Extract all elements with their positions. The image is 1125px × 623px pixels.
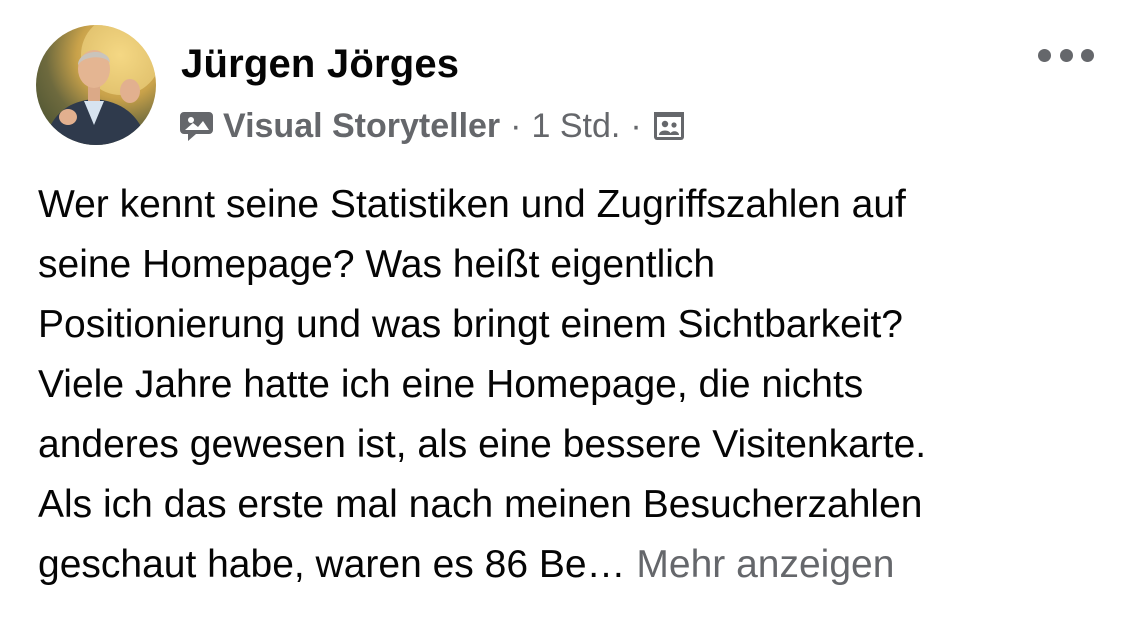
author-name[interactable]: Jürgen Jörges bbox=[181, 42, 459, 87]
post-timestamp[interactable]: 1 Std. bbox=[532, 107, 621, 146]
friends-audience-icon[interactable] bbox=[652, 109, 686, 143]
post-text-last-line: geschaut habe, waren es 86 Be… Mehr anze… bbox=[38, 535, 1098, 595]
visual-storyteller-icon bbox=[180, 112, 213, 141]
author-badge[interactable]: Visual Storyteller bbox=[223, 107, 500, 146]
author-avatar[interactable] bbox=[36, 25, 156, 145]
more-dot bbox=[1081, 48, 1094, 62]
more-dot bbox=[1038, 48, 1051, 62]
post-text-line: Wer kennt seine Statistiken und Zugriffs… bbox=[38, 183, 906, 226]
post-text-line: Als ich das erste mal nach meinen Besuch… bbox=[38, 483, 923, 526]
more-options-icon[interactable] bbox=[1038, 40, 1094, 70]
post-text: Wer kennt seine Statistiken und Zugriffs… bbox=[38, 175, 1098, 595]
post-text-line: anderes gewesen ist, als eine bessere Vi… bbox=[38, 423, 927, 466]
more-dot bbox=[1059, 48, 1073, 62]
facebook-post: Jürgen Jörges Visual Storyteller · 1 Std… bbox=[0, 0, 1125, 623]
post-text-line: geschaut habe, waren es 86 Be… bbox=[38, 543, 626, 586]
post-text-line: seine Homepage? Was heißt eigentlich bbox=[38, 243, 716, 286]
meta-separator: · bbox=[630, 106, 642, 145]
post-text-line: Positionierung und was bringt einem Sich… bbox=[38, 303, 903, 346]
see-more-link[interactable]: Mehr anzeigen bbox=[636, 543, 894, 586]
meta-separator: · bbox=[510, 106, 522, 145]
post-meta: Visual Storyteller · 1 Std. · bbox=[179, 104, 686, 148]
post-text-line: Viele Jahre hatte ich eine Homepage, die… bbox=[38, 363, 864, 406]
